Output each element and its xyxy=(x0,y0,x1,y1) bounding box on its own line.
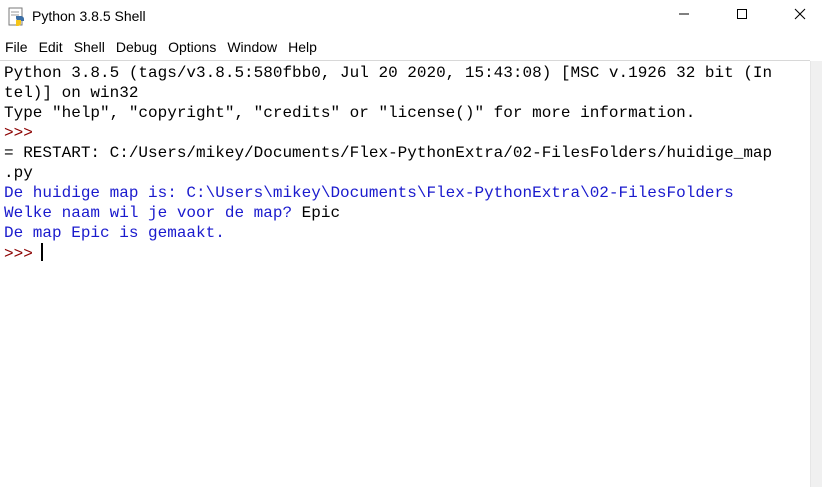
shell-output-line: De map Epic is gemaakt. xyxy=(4,224,225,242)
maximize-button[interactable] xyxy=(719,0,765,32)
shell-prompt: >>> xyxy=(4,124,33,142)
maximize-icon xyxy=(736,7,748,25)
window-title: Python 3.8.5 Shell xyxy=(32,8,146,24)
shell-banner-line: Python 3.8.5 (tags/v3.8.5:580fbb0, Jul 2… xyxy=(4,64,773,82)
shell-output-line: De huidige map is: C:\Users\mikey\Docume… xyxy=(4,184,734,202)
close-icon xyxy=(794,7,806,25)
text-cursor xyxy=(40,243,43,261)
shell-restart-line: .py xyxy=(4,164,33,182)
shell-banner-line: Type "help", "copyright", "credits" or "… xyxy=(4,104,696,122)
vertical-scrollbar[interactable] xyxy=(810,61,822,487)
menu-debug[interactable]: Debug xyxy=(111,39,163,55)
menu-help[interactable]: Help xyxy=(283,39,323,55)
shell-text-area[interactable]: Python 3.8.5 (tags/v3.8.5:580fbb0, Jul 2… xyxy=(0,60,810,487)
shell-prompt: >>> xyxy=(4,245,33,263)
menu-bar: File Edit Shell Debug Options Window Hel… xyxy=(0,36,822,58)
menu-options[interactable]: Options xyxy=(163,39,222,55)
python-idle-icon xyxy=(8,7,26,27)
menu-window[interactable]: Window xyxy=(222,39,283,55)
close-button[interactable] xyxy=(777,0,822,32)
menu-file[interactable]: File xyxy=(0,39,34,55)
menu-shell[interactable]: Shell xyxy=(69,39,111,55)
shell-input-line: Welke naam wil je voor de map? Epic xyxy=(4,203,810,223)
idle-shell-window: Python 3.8.5 Shell File Edit Shell Debug… xyxy=(0,0,822,487)
shell-restart-line: = RESTART: C:/Users/mikey/Documents/Flex… xyxy=(4,144,773,162)
shell-user-input: Epic xyxy=(301,204,341,222)
title-bar[interactable]: Python 3.8.5 Shell xyxy=(0,0,822,34)
menu-edit[interactable]: Edit xyxy=(34,39,69,55)
shell-banner-line: tel)] on win32 xyxy=(4,84,139,102)
shell-current-line[interactable]: >>> xyxy=(4,243,810,263)
minimize-button[interactable] xyxy=(661,0,707,32)
shell-output-prompt: Welke naam wil je voor de map? xyxy=(4,204,302,222)
minimize-icon xyxy=(678,7,690,25)
